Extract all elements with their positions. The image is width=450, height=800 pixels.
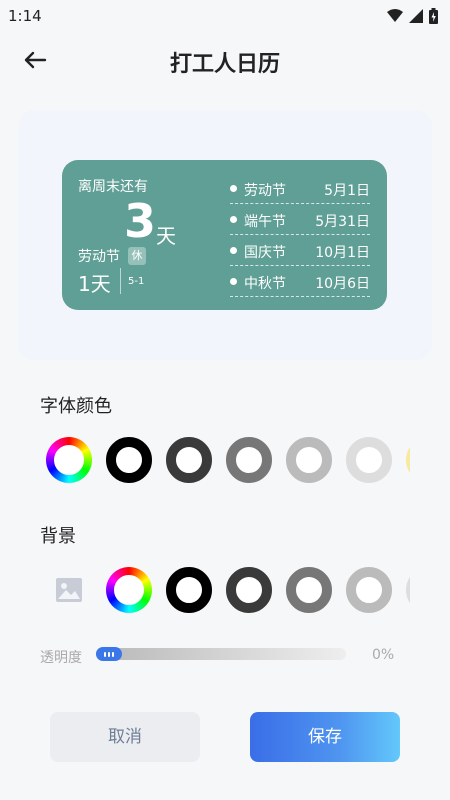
background-swatch[interactable] bbox=[346, 567, 392, 613]
opacity-row: 透明度 0% bbox=[0, 640, 450, 670]
bullet-dot bbox=[230, 247, 237, 254]
holiday-row-name: 国庆节 bbox=[244, 245, 286, 261]
background-swatches bbox=[0, 565, 410, 615]
opacity-label: 透明度 bbox=[40, 650, 82, 666]
holiday-list: 劳动节 5月1日 端午节 5月31日 国庆节 10月1日 中秋节 10月6日 bbox=[230, 174, 370, 298]
holiday-row: 端午节 5月31日 bbox=[230, 205, 370, 235]
holiday-row: 国庆节 10月1日 bbox=[230, 236, 370, 266]
holiday-row-date: 10月1日 bbox=[315, 245, 370, 261]
signal-icon bbox=[409, 9, 423, 23]
widget-divider bbox=[120, 268, 121, 294]
opacity-slider[interactable] bbox=[96, 647, 346, 661]
weekend-countdown-value: 3 bbox=[124, 194, 157, 248]
background-swatch[interactable] bbox=[226, 567, 272, 613]
bullet-dot bbox=[230, 278, 237, 285]
weekend-countdown-unit: 天 bbox=[156, 224, 176, 248]
opacity-slider-thumb[interactable] bbox=[96, 647, 122, 661]
cancel-button[interactable]: 取消 bbox=[50, 712, 200, 762]
holiday-row-date: 5月1日 bbox=[324, 183, 370, 199]
rest-badge: 休 bbox=[128, 247, 146, 265]
font-color-swatches bbox=[0, 435, 410, 485]
background-swatch[interactable] bbox=[286, 567, 332, 613]
calendar-widget-preview: 离周末还有 3 天 劳动节 休 1天 5-1 劳动节 5月1日 端午节 5月31… bbox=[62, 160, 387, 310]
bullet-dot bbox=[230, 185, 237, 192]
bullet-dot bbox=[230, 216, 237, 223]
holiday-row: 劳动节 5月1日 bbox=[230, 174, 370, 204]
font-color-swatch[interactable] bbox=[406, 437, 410, 483]
battery-icon bbox=[429, 8, 438, 24]
image-picker-icon[interactable] bbox=[52, 575, 86, 605]
next-holiday-name: 劳动节 bbox=[78, 249, 120, 265]
font-color-swatch[interactable] bbox=[106, 437, 152, 483]
holiday-row: 中秋节 10月6日 bbox=[230, 267, 370, 297]
font-color-title: 字体颜色 bbox=[40, 396, 112, 417]
holiday-row-date: 5月31日 bbox=[315, 214, 370, 230]
holiday-row-date: 10月6日 bbox=[315, 276, 370, 292]
page-title: 打工人日历 bbox=[169, 52, 280, 77]
next-holiday-days: 1天 bbox=[78, 272, 111, 296]
font-color-custom-picker[interactable] bbox=[46, 437, 92, 483]
status-icons bbox=[387, 8, 438, 24]
status-bar: 1:14 bbox=[0, 0, 450, 32]
background-custom-picker[interactable] bbox=[106, 567, 152, 613]
font-color-swatch[interactable] bbox=[286, 437, 332, 483]
background-title: 背景 bbox=[40, 526, 76, 547]
background-swatch[interactable] bbox=[166, 567, 212, 613]
save-button[interactable]: 保存 bbox=[250, 712, 400, 762]
header: 打工人日历 bbox=[0, 32, 450, 88]
next-holiday-date: 5-1 bbox=[128, 276, 145, 287]
font-color-swatch[interactable] bbox=[166, 437, 212, 483]
wifi-icon bbox=[387, 9, 403, 22]
holiday-row-name: 端午节 bbox=[244, 214, 286, 230]
opacity-value: 0% bbox=[372, 647, 395, 663]
background-swatch[interactable] bbox=[406, 567, 410, 613]
holiday-row-name: 劳动节 bbox=[244, 183, 286, 199]
status-time: 1:14 bbox=[8, 7, 42, 25]
font-color-swatch[interactable] bbox=[346, 437, 392, 483]
holiday-row-name: 中秋节 bbox=[244, 276, 286, 292]
weekend-countdown-label: 离周末还有 bbox=[78, 179, 148, 195]
font-color-swatch[interactable] bbox=[226, 437, 272, 483]
